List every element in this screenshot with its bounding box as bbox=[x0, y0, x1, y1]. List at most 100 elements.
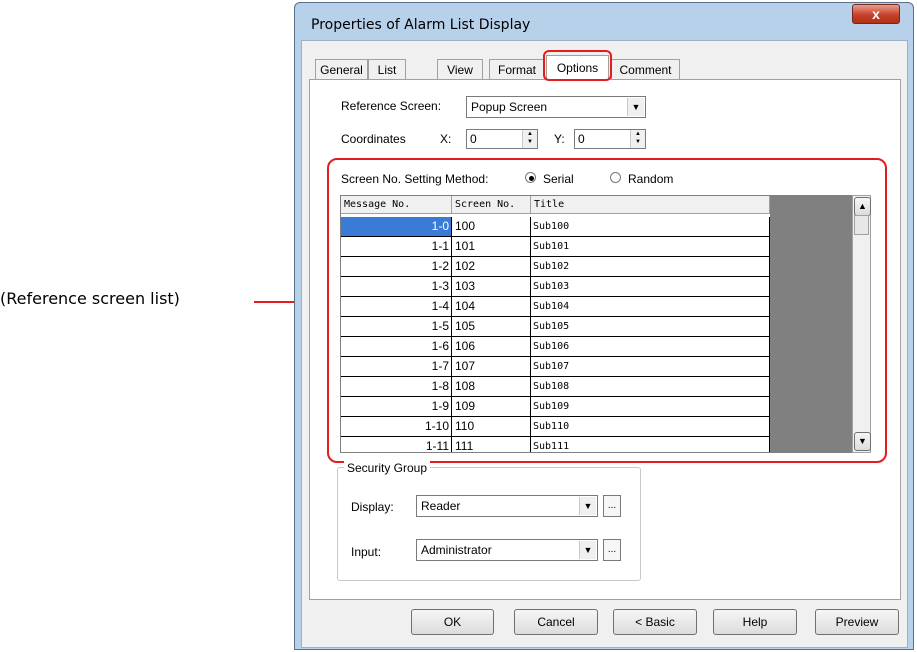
input-group-value: Administrator bbox=[421, 543, 492, 557]
cell-screen-no[interactable]: 105 bbox=[452, 317, 531, 337]
table-row[interactable]: 1-10 110 Sub110 bbox=[341, 417, 770, 437]
table-row[interactable]: 1-6 106 Sub106 bbox=[341, 337, 770, 357]
cell-message-no: 1-4 bbox=[341, 297, 452, 317]
table-row[interactable]: 1-2 102 Sub102 bbox=[341, 257, 770, 277]
grid-empty-area bbox=[770, 196, 851, 452]
table-row[interactable]: 1-3 103 Sub103 bbox=[341, 277, 770, 297]
chevron-down-icon: ▼ bbox=[627, 98, 644, 116]
cell-title[interactable]: Sub103 bbox=[531, 277, 770, 297]
cell-screen-no[interactable]: 100 bbox=[452, 217, 531, 237]
display-group-value: Reader bbox=[421, 499, 461, 513]
cell-title[interactable]: Sub110 bbox=[531, 417, 770, 437]
cell-title[interactable]: Sub104 bbox=[531, 297, 770, 317]
cell-screen-no[interactable]: 106 bbox=[452, 337, 531, 357]
callout-label: (Reference screen list) bbox=[0, 289, 180, 308]
cell-title[interactable]: Sub105 bbox=[531, 317, 770, 337]
x-label: X: bbox=[440, 132, 452, 146]
cell-screen-no[interactable]: 111 bbox=[452, 437, 531, 452]
tab-format[interactable]: Format bbox=[489, 59, 545, 80]
cell-message-no: 1-8 bbox=[341, 377, 452, 397]
input-ellipsis-button[interactable]: ... bbox=[603, 539, 621, 561]
table-row[interactable]: 1-9 109 Sub109 bbox=[341, 397, 770, 417]
ok-button[interactable]: OK bbox=[411, 609, 494, 635]
cell-message-no: 1-10 bbox=[341, 417, 452, 437]
table-row[interactable]: 1-0 100 Sub100 bbox=[341, 217, 770, 237]
cell-title[interactable]: Sub108 bbox=[531, 377, 770, 397]
cell-screen-no[interactable]: 109 bbox=[452, 397, 531, 417]
cell-message-no: 1-9 bbox=[341, 397, 452, 417]
serial-radio[interactable] bbox=[525, 172, 536, 183]
x-coordinate-input[interactable]: 0 ▲ ▼ bbox=[466, 129, 538, 149]
display-label: Display: bbox=[351, 500, 394, 514]
scroll-down-icon[interactable]: ▼ bbox=[854, 432, 871, 451]
random-radio[interactable] bbox=[610, 172, 621, 183]
cell-screen-no[interactable]: 102 bbox=[452, 257, 531, 277]
setting-method-label: Screen No. Setting Method: bbox=[341, 172, 489, 186]
display-ellipsis-button[interactable]: ... bbox=[603, 495, 621, 517]
coordinates-label: Coordinates bbox=[341, 132, 406, 146]
spin-arrows-icon[interactable]: ▲ ▼ bbox=[630, 130, 645, 148]
basic-button[interactable]: < Basic bbox=[613, 609, 697, 635]
cell-title[interactable]: Sub101 bbox=[531, 237, 770, 257]
random-label: Random bbox=[628, 172, 674, 186]
column-header-screen-no[interactable]: Screen No. bbox=[452, 196, 531, 214]
cell-message-no: 1-1 bbox=[341, 237, 452, 257]
cancel-button[interactable]: Cancel bbox=[514, 609, 598, 635]
serial-label: Serial bbox=[543, 172, 574, 186]
column-header-title[interactable]: Title bbox=[531, 196, 770, 214]
close-button[interactable]: x bbox=[852, 4, 900, 24]
cell-message-no: 1-7 bbox=[341, 357, 452, 377]
y-label: Y: bbox=[554, 132, 565, 146]
tab-list[interactable]: List bbox=[368, 59, 406, 80]
x-value: 0 bbox=[470, 132, 477, 146]
table-row[interactable]: 1-5 105 Sub105 bbox=[341, 317, 770, 337]
options-tab-highlight bbox=[543, 50, 612, 81]
dialog-title: Properties of Alarm List Display bbox=[311, 17, 531, 33]
cell-message-no: 1-11 bbox=[341, 437, 452, 452]
cell-screen-no[interactable]: 104 bbox=[452, 297, 531, 317]
scroll-up-icon[interactable]: ▲ bbox=[854, 197, 871, 216]
spin-arrows-icon[interactable]: ▲ ▼ bbox=[522, 130, 537, 148]
cell-title[interactable]: Sub111 bbox=[531, 437, 770, 452]
table-row[interactable]: 1-7 107 Sub107 bbox=[341, 357, 770, 377]
security-group-box bbox=[337, 467, 641, 581]
preview-button[interactable]: Preview bbox=[815, 609, 899, 635]
cell-message-no: 1-2 bbox=[341, 257, 452, 277]
help-button[interactable]: Help bbox=[713, 609, 797, 635]
cell-title[interactable]: Sub107 bbox=[531, 357, 770, 377]
cell-message-no: 1-6 bbox=[341, 337, 452, 357]
input-group-select[interactable]: Administrator ▼ bbox=[416, 539, 598, 561]
tab-comment[interactable]: Comment bbox=[611, 59, 680, 80]
grid-scrollbar[interactable]: ▲ ▼ bbox=[852, 195, 871, 453]
reference-screen-label: Reference Screen: bbox=[341, 99, 442, 113]
cell-message-no: 1-3 bbox=[341, 277, 452, 297]
cell-screen-no[interactable]: 108 bbox=[452, 377, 531, 397]
table-row[interactable]: 1-11 111 Sub111 bbox=[341, 437, 770, 452]
cell-message-no: 1-0 bbox=[341, 217, 452, 237]
cell-screen-no[interactable]: 107 bbox=[452, 357, 531, 377]
table-row[interactable]: 1-8 108 Sub108 bbox=[341, 377, 770, 397]
cell-screen-no[interactable]: 101 bbox=[452, 237, 531, 257]
reference-screen-select[interactable]: Popup Screen ▼ bbox=[466, 96, 646, 118]
table-row[interactable]: 1-1 101 Sub101 bbox=[341, 237, 770, 257]
reference-screen-value: Popup Screen bbox=[471, 100, 548, 114]
y-coordinate-input[interactable]: 0 ▲ ▼ bbox=[574, 129, 646, 149]
cell-title[interactable]: Sub102 bbox=[531, 257, 770, 277]
display-group-select[interactable]: Reader ▼ bbox=[416, 495, 598, 517]
tab-view[interactable]: View bbox=[437, 59, 483, 80]
cell-screen-no[interactable]: 103 bbox=[452, 277, 531, 297]
column-header-message-no[interactable]: Message No. bbox=[341, 196, 452, 214]
cell-title[interactable]: Sub100 bbox=[531, 217, 770, 237]
chevron-down-icon: ▼ bbox=[579, 497, 596, 515]
cell-title[interactable]: Sub109 bbox=[531, 397, 770, 417]
input-label: Input: bbox=[351, 545, 382, 559]
table-row[interactable]: 1-4 104 Sub104 bbox=[341, 297, 770, 317]
cell-title[interactable]: Sub106 bbox=[531, 337, 770, 357]
scroll-thumb[interactable] bbox=[854, 215, 869, 235]
reference-screen-grid[interactable]: Message No. Screen No. Title 1-0 100 Sub10… bbox=[340, 195, 852, 453]
y-value: 0 bbox=[578, 132, 585, 146]
cell-screen-no[interactable]: 110 bbox=[452, 417, 531, 437]
tab-general[interactable]: General bbox=[315, 59, 368, 80]
cell-message-no: 1-5 bbox=[341, 317, 452, 337]
security-group-title: Security Group bbox=[344, 461, 431, 475]
